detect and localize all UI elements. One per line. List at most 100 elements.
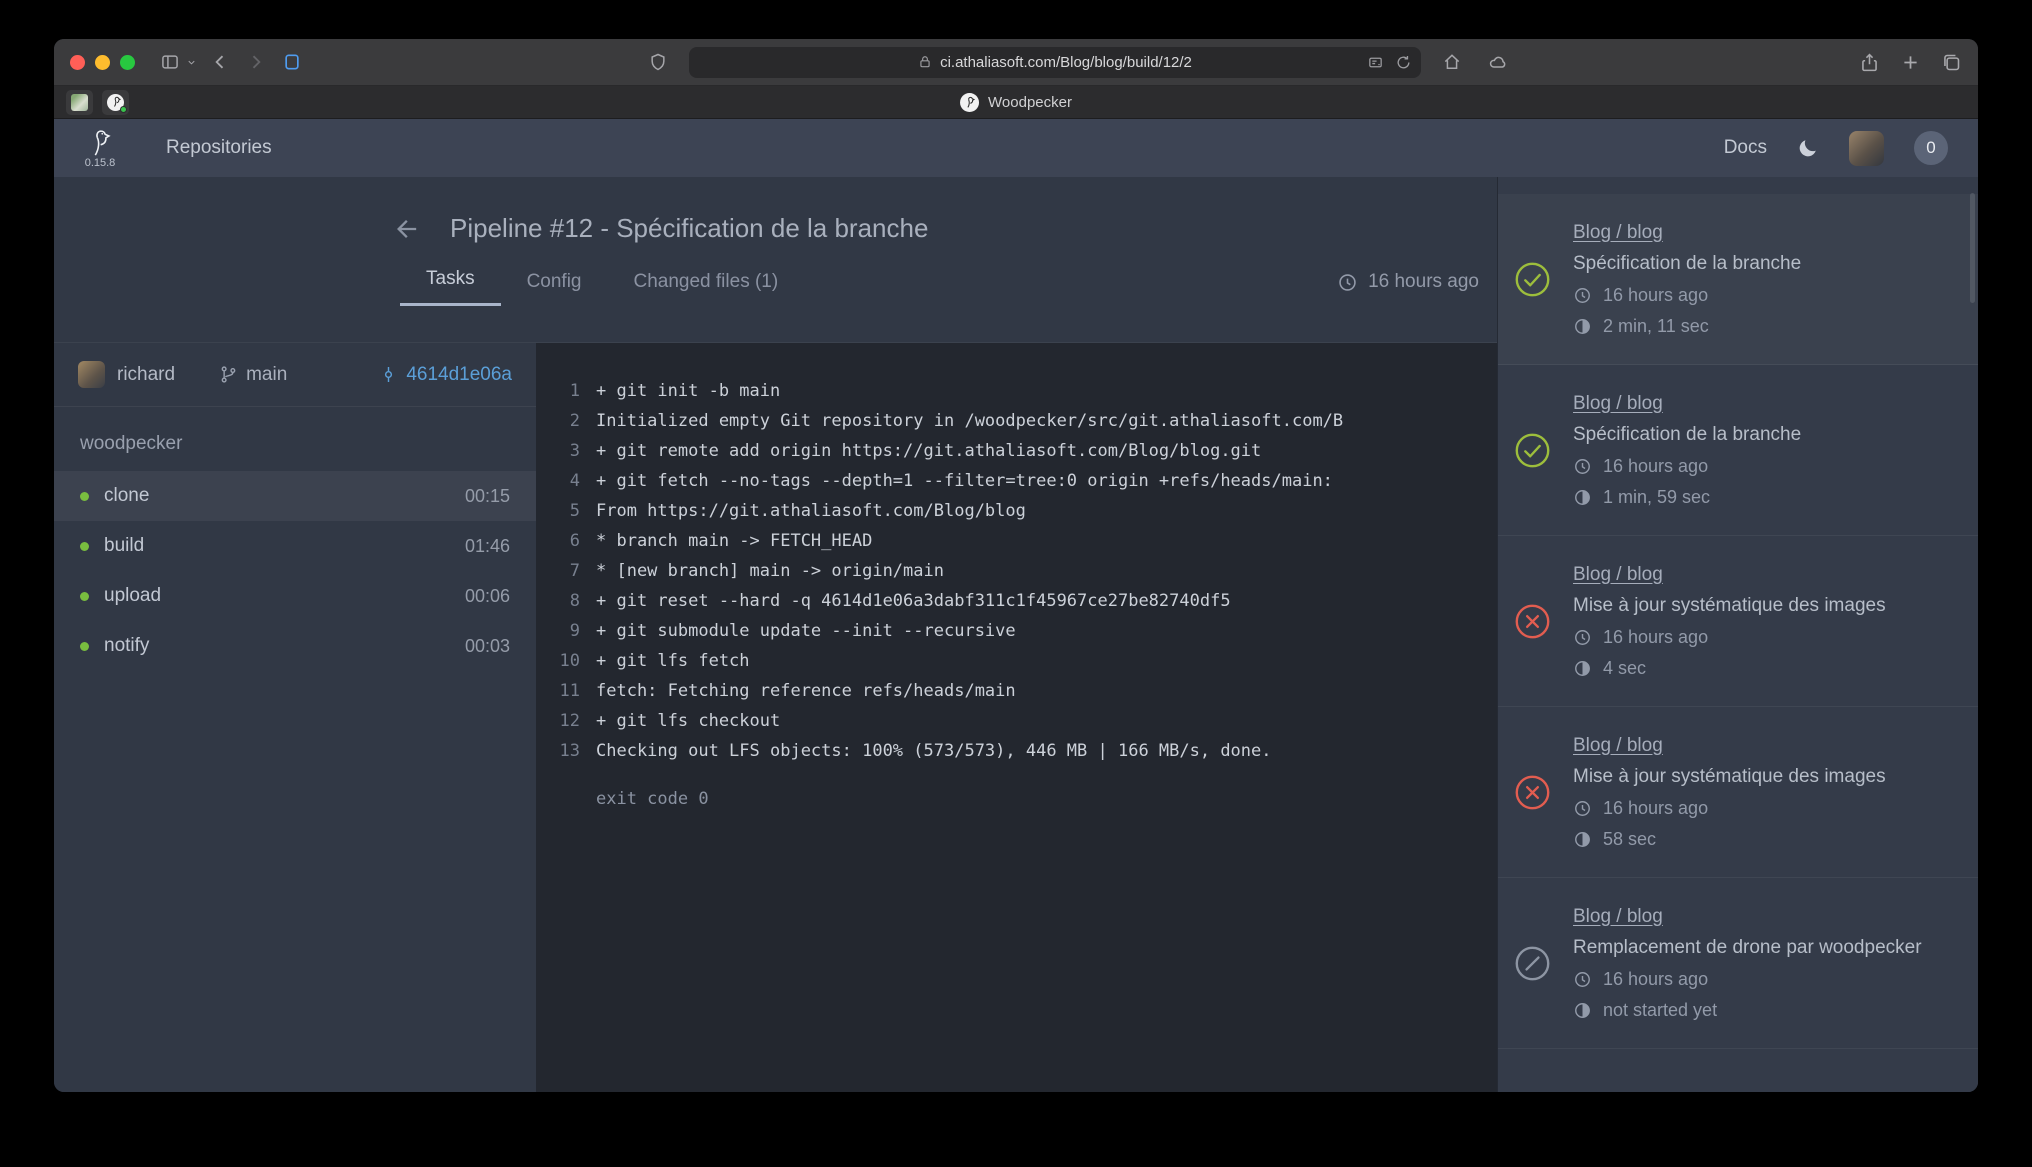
nav-docs[interactable]: Docs bbox=[1724, 137, 1767, 159]
pinned-tab-2[interactable] bbox=[102, 90, 129, 115]
forward-button[interactable] bbox=[241, 47, 271, 77]
step-name: build bbox=[104, 535, 144, 557]
pipeline-entry[interactable]: Blog / blog Remplacement de drone par wo… bbox=[1498, 1049, 1978, 1092]
log-line-text: * branch main -> FETCH_HEAD bbox=[580, 526, 872, 556]
log-line-number: 4 bbox=[536, 466, 580, 496]
log-line-number: 2 bbox=[536, 406, 580, 436]
step-upload[interactable]: upload 00:06 bbox=[54, 571, 536, 621]
repo-link[interactable]: Blog / blog bbox=[1573, 735, 1663, 757]
log-line-number: 7 bbox=[536, 556, 580, 586]
pipeline-entry-title: Spécification de la branche bbox=[1573, 424, 1801, 446]
pipeline-tabs: Tasks Config Changed files (1) 16 hours … bbox=[54, 268, 1497, 306]
log-line: 11fetch: Fetching reference refs/heads/m… bbox=[536, 676, 1497, 706]
minimize-window-button[interactable] bbox=[95, 55, 110, 70]
step-notify[interactable]: notify 00:03 bbox=[54, 621, 536, 671]
notification-badge[interactable]: 0 bbox=[1914, 131, 1948, 165]
clock-icon bbox=[1573, 970, 1592, 989]
pipeline-entry-text: Blog / blog Mise à jour systématique des… bbox=[1573, 564, 1886, 679]
log-line-text: + git fetch --no-tags --depth=1 --filter… bbox=[580, 466, 1333, 496]
user-avatar[interactable] bbox=[1849, 131, 1884, 166]
tab-changed-files[interactable]: Changed files (1) bbox=[608, 271, 805, 306]
pipeline-entry[interactable]: Blog / blog Spécification de la branche … bbox=[1498, 365, 1978, 536]
icloud-tabs-icon[interactable] bbox=[1483, 47, 1513, 77]
zoom-window-button[interactable] bbox=[120, 55, 135, 70]
log-line-number: 1 bbox=[536, 376, 580, 406]
pinned-tab-1[interactable] bbox=[66, 90, 93, 115]
close-window-button[interactable] bbox=[70, 55, 85, 70]
step-build[interactable]: build 01:46 bbox=[54, 521, 536, 571]
git-branch-icon bbox=[219, 365, 238, 384]
pipeline-time: 16 hours ago bbox=[1337, 271, 1497, 306]
active-tab[interactable]: Woodpecker bbox=[960, 86, 1072, 118]
reload-icon[interactable] bbox=[1395, 54, 1412, 71]
privacy-shield-icon[interactable] bbox=[643, 47, 673, 77]
step-status-dot bbox=[80, 592, 89, 601]
tab-config[interactable]: Config bbox=[501, 271, 608, 306]
page-icon[interactable] bbox=[277, 47, 307, 77]
home-icon[interactable] bbox=[1437, 47, 1467, 77]
log-line: 3+ git remote add origin https://git.ath… bbox=[536, 436, 1497, 466]
pipeline-entry[interactable]: Blog / blog Spécification de la branche … bbox=[1498, 194, 1978, 365]
failure-status-icon bbox=[1514, 603, 1551, 640]
step-clone[interactable]: clone 00:15 bbox=[54, 471, 536, 521]
pipeline-entry-title: Mise à jour systématique des images bbox=[1573, 595, 1886, 617]
repo-link[interactable]: Blog / blog bbox=[1573, 564, 1663, 586]
log-line-number: 10 bbox=[536, 646, 580, 676]
share-icon[interactable] bbox=[1859, 52, 1880, 73]
pipeline-title-row: Pipeline #12 - Spécification de la branc… bbox=[54, 213, 1497, 244]
back-button[interactable] bbox=[205, 47, 235, 77]
workflow-label: woodpecker bbox=[54, 407, 536, 471]
traffic-lights bbox=[70, 55, 135, 70]
pipeline-entry[interactable]: Blog / blog Remplacement de drone par wo… bbox=[1498, 878, 1978, 1049]
step-status-dot bbox=[80, 492, 89, 501]
pipeline-entry-text: Blog / blog Remplacement de drone par wo… bbox=[1573, 906, 1922, 1021]
tab-overview-icon[interactable] bbox=[1941, 52, 1962, 73]
clock-icon bbox=[1573, 628, 1592, 647]
log-line-text: + git lfs checkout bbox=[580, 706, 780, 736]
tab-audio-indicator bbox=[120, 106, 127, 113]
log-line-text: fetch: Fetching reference refs/heads/mai… bbox=[580, 676, 1016, 706]
sidebar-chevron-icon[interactable] bbox=[183, 47, 199, 77]
log-line: 9+ git submodule update --init --recursi… bbox=[536, 616, 1497, 646]
log-line-number: 9 bbox=[536, 616, 580, 646]
pipeline-entry-time: 16 hours ago bbox=[1603, 627, 1708, 648]
log-line-text: + git remote add origin https://git.atha… bbox=[580, 436, 1261, 466]
steps-sidebar: richard main 4614d1e06a woodpecker bbox=[54, 343, 536, 1092]
log-line-number: 8 bbox=[536, 586, 580, 616]
tab-tasks[interactable]: Tasks bbox=[400, 268, 501, 306]
woodpecker-logo[interactable]: 0.15.8 bbox=[84, 127, 116, 169]
log-line-number: 13 bbox=[536, 736, 580, 766]
pipeline-entry-title: Spécification de la branche bbox=[1573, 253, 1801, 275]
address-bar[interactable]: ci.athaliasoft.com/Blog/blog/build/12/2 bbox=[689, 47, 1421, 78]
failure-status-icon bbox=[1514, 774, 1551, 811]
log-viewer[interactable]: 1+ git init -b main 2Initialized empty G… bbox=[536, 343, 1497, 1092]
repo-link[interactable]: Blog / blog bbox=[1573, 906, 1663, 928]
log-line-text: From https://git.athaliasoft.com/Blog/bl… bbox=[580, 496, 1026, 526]
branch-info: main bbox=[219, 364, 287, 386]
new-tab-icon[interactable] bbox=[1900, 52, 1921, 73]
step-duration: 00:06 bbox=[465, 586, 510, 607]
dark-mode-toggle-icon[interactable] bbox=[1797, 137, 1819, 159]
pipeline-entry[interactable]: Blog / blog Mise à jour systématique des… bbox=[1498, 536, 1978, 707]
pipeline-entry[interactable]: Blog / blog Mise à jour systématique des… bbox=[1498, 707, 1978, 878]
author-name: richard bbox=[117, 364, 175, 386]
site-settings-icon[interactable] bbox=[1367, 54, 1384, 71]
nav-repositories[interactable]: Repositories bbox=[166, 137, 272, 159]
commit-sha: 4614d1e06a bbox=[406, 364, 512, 386]
active-tab-title: Woodpecker bbox=[988, 94, 1072, 111]
sidebar-toggle-icon[interactable] bbox=[155, 47, 185, 77]
commit-link[interactable]: 4614d1e06a bbox=[379, 364, 512, 386]
repo-link[interactable]: Blog / blog bbox=[1573, 393, 1663, 415]
back-arrow-icon[interactable] bbox=[394, 215, 422, 243]
log-line-number: 6 bbox=[536, 526, 580, 556]
pipeline-entry-duration: 4 sec bbox=[1603, 658, 1646, 679]
git-commit-icon bbox=[379, 365, 398, 384]
header-right: Docs 0 bbox=[1724, 131, 1948, 166]
recent-pipelines-sidebar: Blog / blog Spécification de la branche … bbox=[1497, 177, 1978, 1092]
sidebar-scrollbar[interactable] bbox=[1970, 193, 1975, 303]
safari-window: ci.athaliasoft.com/Blog/blog/build/12/2 bbox=[54, 39, 1978, 1092]
clock-icon bbox=[1573, 457, 1592, 476]
step-duration: 00:03 bbox=[465, 636, 510, 657]
repo-link[interactable]: Blog / blog bbox=[1573, 222, 1663, 244]
pipeline-entry-time: 16 hours ago bbox=[1603, 798, 1708, 819]
